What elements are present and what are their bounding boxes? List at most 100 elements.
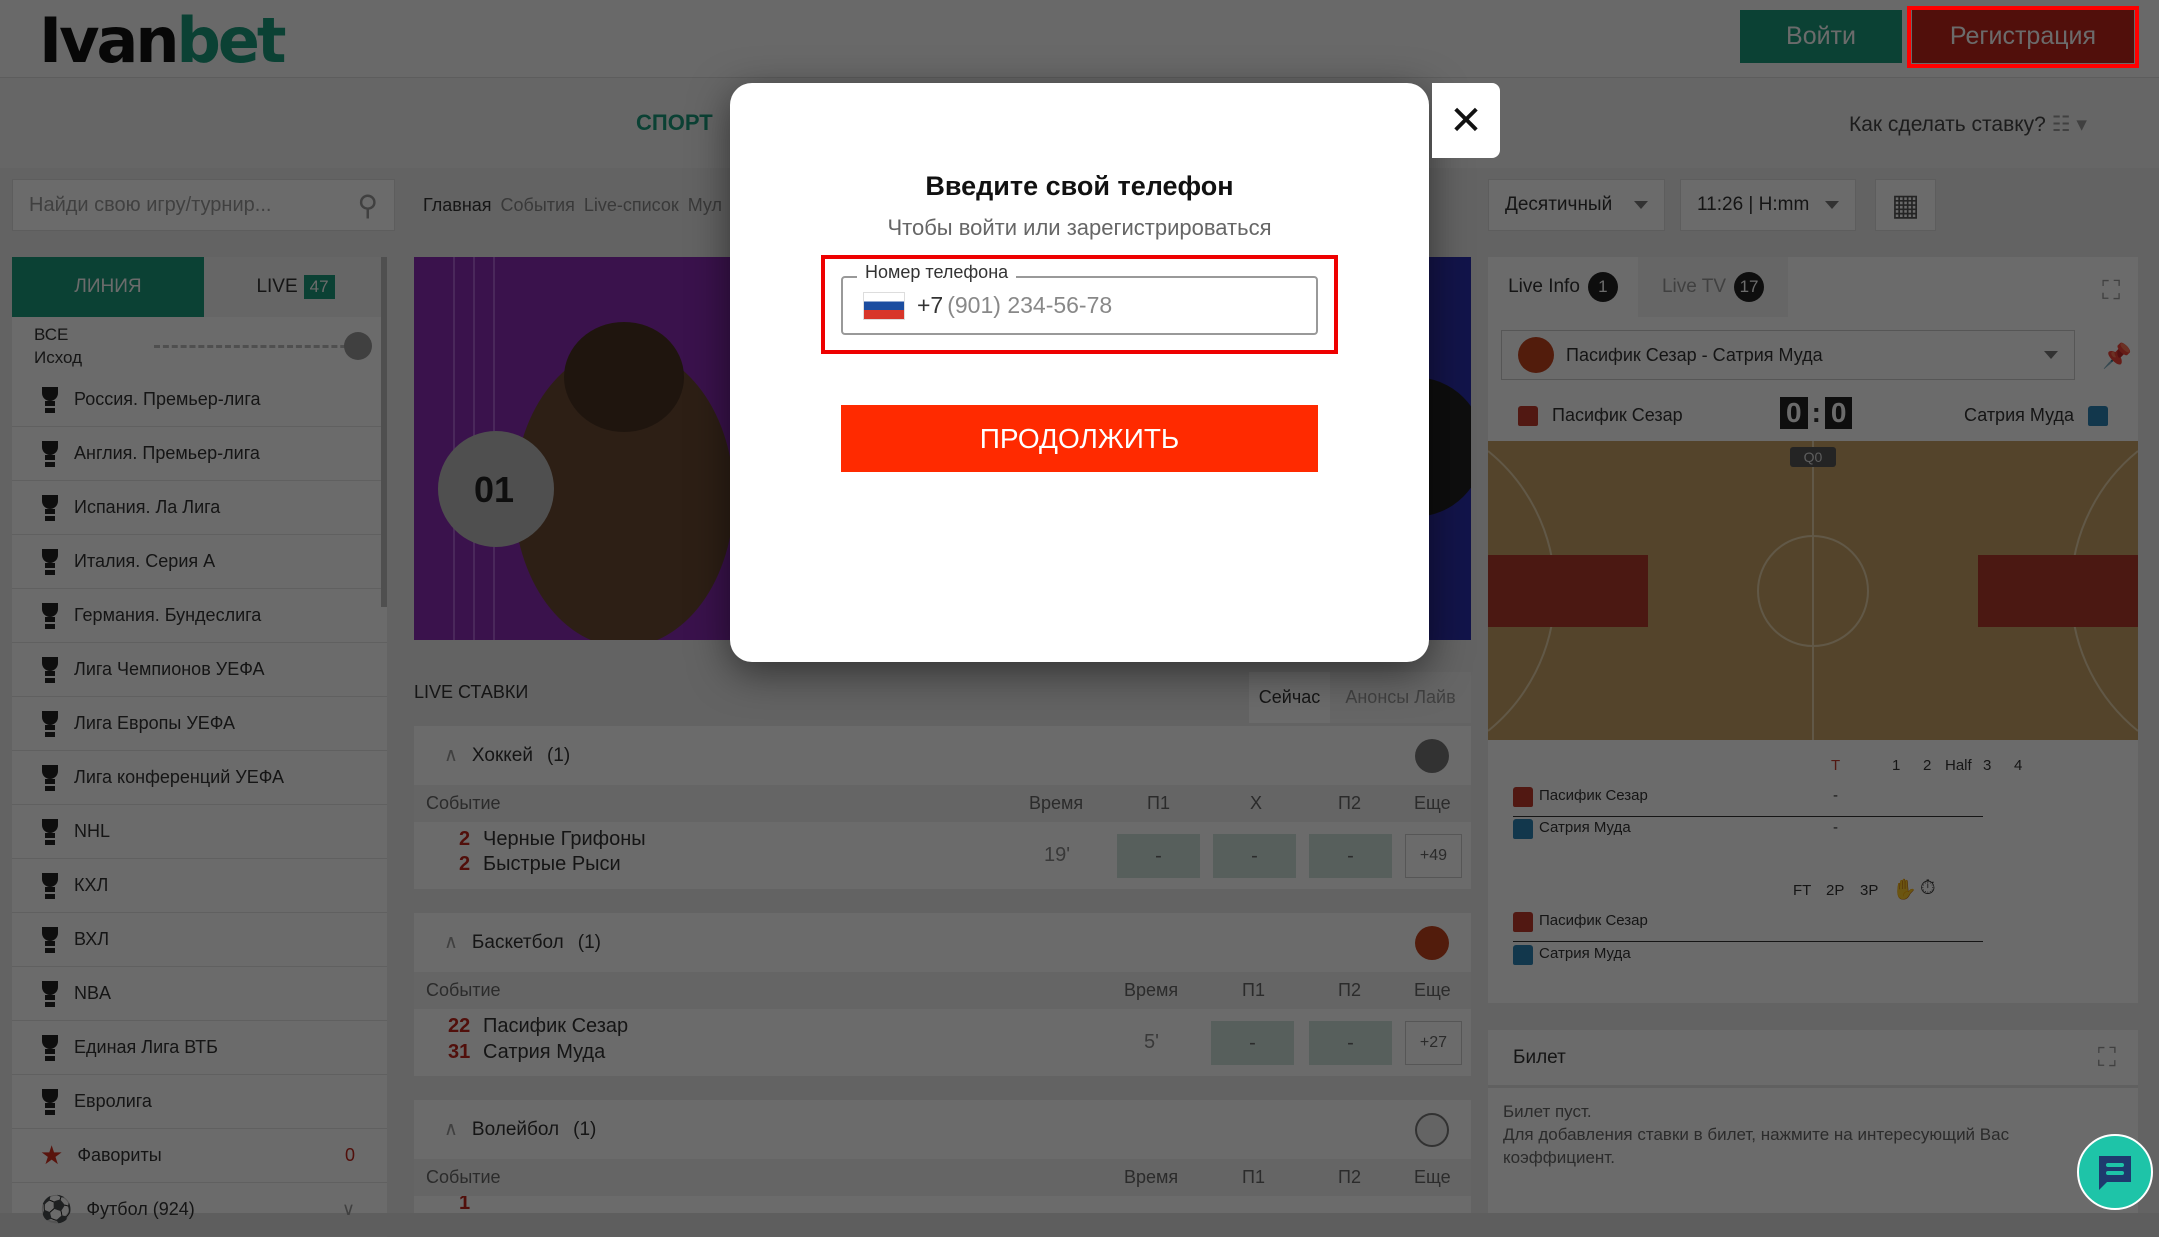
chevron-down-icon: ∨ [341,1199,355,1219]
sidebar-item-label: Евролига [74,1091,152,1111]
odd-p1[interactable]: - [1117,834,1200,878]
tab-line[interactable]: ЛИНИЯ [12,257,204,317]
sidebar-item-label: Лига конференций УЕФА [74,767,285,787]
section-header[interactable]: ∧ Баскетбол (1) [414,913,1471,972]
period-2: 2 [1923,757,1932,774]
trophy-icon [40,818,60,845]
crumb-live-list[interactable]: Live-список [584,195,679,216]
stat-away: Сатрия Муда [1513,819,1631,839]
crumb-home[interactable]: Главная [423,195,492,216]
home-score: 0 [1780,397,1808,429]
svg-text:01: 01 [474,469,514,510]
sidebar-item[interactable]: Лига конференций УЕФА [12,751,387,805]
sport-count: (1) [573,1118,597,1140]
tab-announcements[interactable]: Анонсы Лайв [1330,672,1471,723]
football-icon: ⚽ [40,1194,73,1224]
home-total: - [1833,787,1838,804]
sidebar-item-label: Лига Чемпионов УЕФА [74,659,265,679]
crumb-multi[interactable]: Мул [688,195,722,216]
sidebar-item[interactable]: NHL [12,805,387,859]
match-time: 5' [1144,1031,1159,1053]
col-p2: П2 [1338,1167,1361,1187]
sidebar-item[interactable]: Единая Лига ВТБ [12,1021,387,1075]
crumb-events[interactable]: События [501,195,575,216]
stat-home-name: Пасифик Сезар [1539,912,1648,929]
more-markets-button[interactable]: +49 [1405,834,1462,878]
stopwatch-icon: ⏱ [1920,877,1936,899]
fullscreen-icon[interactable]: ⛶ [2102,275,2120,307]
basketball-icon [1415,926,1449,960]
odd-p1[interactable]: - [1211,1021,1294,1065]
col-event: Событие [426,1167,501,1187]
more-markets-button[interactable]: +27 [1405,1021,1462,1065]
sidebar-item-favorites[interactable]: ★ Фавориты 0 [12,1129,387,1183]
search-input[interactable]: Найди свою игру/турнир... ⚲ [12,179,395,231]
odd-x[interactable]: - [1213,834,1296,878]
sidebar-item[interactable]: Лига Европы УЕФА [12,697,387,751]
sidebar-item[interactable]: Россия. Премьер-лига [12,373,387,427]
trophy-icon [40,602,60,629]
tab-live[interactable]: LIVE 47 [204,257,387,317]
table-row[interactable]: 22 Пасифик Сезар 31 Сатрия Муда 5' - - +… [414,1009,1471,1076]
sidebar-item[interactable]: Англия. Премьер-лига [12,427,387,481]
login-button[interactable]: Войти [1740,10,1902,63]
section-header[interactable]: ∧ Волейбол (1) [414,1100,1471,1159]
match-select[interactable]: Пасифик Сезар - Сатрия Муда [1501,330,2075,380]
close-button[interactable]: ✕ [1432,83,1500,158]
pin-icon[interactable]: 📌 [2102,342,2132,371]
away-score: 0 [1824,397,1853,429]
team-away: Быстрые Рыси [483,853,621,875]
table-row[interactable]: 2 Черные Грифоны 2 Быстрые Рыси 19' - - … [414,822,1471,889]
odds-format-select[interactable]: Десятичный [1488,179,1665,231]
tab-live-info[interactable]: Live Info 1 [1488,257,1638,317]
russia-flag-icon[interactable] [863,291,905,320]
sidebar-item[interactable]: Испания. Ла Лига [12,481,387,535]
tab-live-tv[interactable]: Live TV 17 [1638,257,1788,317]
continue-button[interactable]: ПРОДОЛЖИТЬ [841,405,1318,472]
filter-slider-handle[interactable] [344,332,372,360]
section-header[interactable]: ∧ Хоккей (1) [414,726,1471,785]
search-icon[interactable]: ⚲ [357,189,378,222]
table-row[interactable]: 1 [414,1196,1471,1213]
sidebar-item[interactable]: ВХЛ [12,913,387,967]
logo[interactable]: Ivanbet [39,4,287,77]
odd-p2[interactable]: - [1309,1021,1392,1065]
period-3: 3 [1983,757,1992,774]
phone-input[interactable]: +7 (901) 234-56-78 [841,276,1318,335]
away-shirt-icon [1513,945,1533,965]
sport-count: (1) [546,744,571,766]
sidebar-item[interactable]: КХЛ [12,859,387,913]
ticket-header: Билет ⛶ [1488,1030,2138,1088]
sidebar-item[interactable]: Лига Чемпионов УЕФА [12,643,387,697]
sidebar-item[interactable]: Италия. Серия А [12,535,387,589]
sidebar-item-label: Футбол (924) [86,1199,195,1219]
register-button[interactable]: Регистрация [1912,10,2134,63]
chat-button[interactable] [2077,1134,2153,1210]
stat-away-name: Сатрия Муда [1539,945,1631,962]
score-away: 31 [448,1041,471,1063]
time-format-select[interactable]: 11:26 | H:mm [1680,179,1856,231]
how-to-bet-link[interactable]: Как сделать ставку? ☷ ▾ [1849,112,2087,137]
tab-live-tv-label: Live TV [1661,276,1727,297]
how-to-bet-label: Как сделать ставку? [1849,113,2046,136]
sidebar-item[interactable]: Евролига [12,1075,387,1129]
sidebar-item-label: Англия. Премьер-лига [74,443,260,463]
sport-name: Хоккей [471,744,533,766]
ticket-hint: Для добавления ставки в билет, нажмите н… [1503,1125,2010,1167]
fullscreen-icon[interactable]: ⛶ [2098,1042,2116,1074]
tab-now[interactable]: Сейчас [1249,672,1330,723]
filter-slider-track[interactable] [154,345,364,348]
calculator-button[interactable]: ▦ [1875,179,1936,231]
sidebar-item[interactable]: Германия. Бундеслига [12,589,387,643]
stat-2p: 2P [1826,882,1845,899]
odd-p2[interactable]: - [1309,834,1392,878]
nav-sport[interactable]: СПОРТ [636,110,713,136]
sidebar-scrollbar[interactable] [381,257,387,607]
modal-title: Введите свой телефон [925,171,1234,201]
sidebar-item-football[interactable]: ⚽ Футбол (924) ∨ [12,1183,387,1237]
sport-name: Баскетбол [471,931,564,953]
sidebar-item[interactable]: NBA [12,967,387,1021]
period-1: 1 [1892,757,1901,774]
sidebar-item-label: Россия. Премьер-лига [74,389,261,409]
away-team: Сатрия Муда [1964,405,2108,426]
